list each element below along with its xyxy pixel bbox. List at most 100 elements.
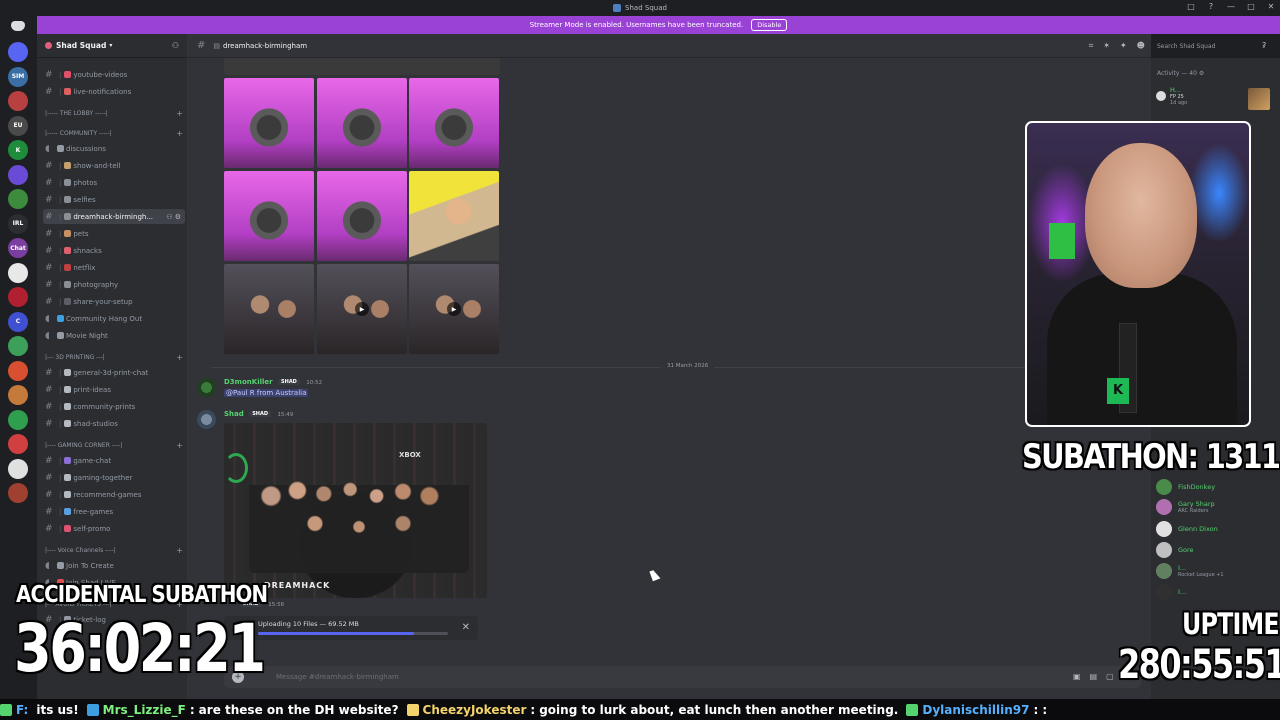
create-channel-icon[interactable]: + bbox=[176, 441, 183, 450]
server-icon[interactable]: K bbox=[8, 140, 28, 160]
discord-home-icon[interactable] bbox=[11, 21, 25, 31]
message-author[interactable]: D3monKiller bbox=[224, 378, 273, 386]
gallery-image[interactable] bbox=[224, 264, 314, 354]
create-channel-icon[interactable]: + bbox=[176, 109, 183, 118]
avatar[interactable] bbox=[197, 410, 216, 429]
gif-icon[interactable]: ▤ bbox=[1090, 672, 1098, 681]
channel-item[interactable]: # | photos bbox=[43, 175, 185, 190]
server-icon[interactable] bbox=[8, 434, 28, 454]
server-icon[interactable] bbox=[8, 42, 28, 62]
server-icon[interactable] bbox=[8, 287, 28, 307]
server-icon[interactable] bbox=[8, 189, 28, 209]
server-icon[interactable]: C bbox=[8, 311, 28, 332]
member-item[interactable]: Glenn Dixon bbox=[1156, 521, 1218, 537]
member-item[interactable]: FishDonkey bbox=[1156, 479, 1215, 495]
member-item[interactable]: Gary Sharp ARC Raiders bbox=[1156, 499, 1215, 515]
message-author[interactable]: Shad bbox=[224, 410, 244, 418]
gallery-image[interactable] bbox=[317, 171, 407, 261]
channel-item[interactable]: # | dreamhack-birmingh... ⚇ ⚙ bbox=[43, 209, 185, 224]
channel-category[interactable]: |----- THE LOBBY -----| + bbox=[45, 107, 185, 119]
help-icon[interactable]: ? bbox=[1206, 2, 1216, 11]
gallery-image-top[interactable] bbox=[224, 58, 500, 75]
server-icon[interactable] bbox=[8, 360, 28, 381]
pin-icon[interactable]: ✦ bbox=[1120, 41, 1127, 51]
maximize-button[interactable]: □ bbox=[1246, 2, 1256, 11]
server-icon[interactable] bbox=[8, 262, 28, 283]
user-mention[interactable]: @Paul R from Australia bbox=[224, 389, 309, 397]
help-circle-icon[interactable]: ? bbox=[1262, 41, 1266, 50]
channel-item[interactable]: # | game-chat bbox=[43, 453, 185, 468]
channel-item[interactable]: # | live-notifications bbox=[43, 84, 185, 99]
group-photo-attachment[interactable]: XBOX DREAMHACK bbox=[224, 423, 487, 598]
channel-item[interactable]: # | free-games bbox=[43, 504, 185, 519]
channel-item[interactable]: ◖ Join To Create bbox=[43, 558, 185, 573]
gear-icon[interactable]: ⚙ bbox=[1199, 70, 1204, 77]
server-icon[interactable] bbox=[8, 458, 28, 479]
members-icon[interactable]: ☻ bbox=[1137, 41, 1145, 51]
channel-item[interactable]: # | youtube-videos bbox=[43, 67, 185, 82]
create-channel-icon[interactable]: + bbox=[176, 353, 183, 362]
disable-streamer-mode-button[interactable]: Disable bbox=[751, 19, 788, 31]
gallery-video[interactable]: ▶ bbox=[409, 264, 499, 354]
cancel-upload-button[interactable]: ✕ bbox=[462, 622, 470, 633]
close-window-button[interactable]: ✕ bbox=[1266, 2, 1276, 11]
create-channel-icon[interactable]: + bbox=[176, 546, 183, 555]
server-icon[interactable]: SIM bbox=[8, 66, 28, 87]
channel-item[interactable]: ◖ Movie Night bbox=[43, 328, 185, 343]
channel-item[interactable]: # | netflix bbox=[43, 260, 185, 275]
minimize-button[interactable]: — bbox=[1226, 2, 1236, 11]
channel-category[interactable]: |---- GAMING CORNER ----| + bbox=[45, 439, 185, 451]
create-channel-icon[interactable]: + bbox=[176, 129, 183, 138]
server-icon[interactable] bbox=[8, 336, 28, 356]
channel-item[interactable]: ◖ discussions bbox=[43, 141, 185, 156]
server-icon[interactable] bbox=[8, 483, 28, 503]
gallery-video[interactable]: ▶ bbox=[317, 264, 407, 354]
search-input[interactable]: Search Shad Squad ⌕ bbox=[1153, 40, 1270, 54]
channel-item[interactable]: # | recommend-games bbox=[43, 487, 185, 502]
notifications-icon[interactable]: ✶ bbox=[1103, 41, 1110, 51]
member-item[interactable]: H... FP 25 1d ago bbox=[1156, 86, 1187, 106]
play-icon[interactable]: ▶ bbox=[447, 302, 461, 316]
server-icon[interactable]: EU bbox=[8, 115, 28, 136]
threads-icon[interactable]: ⌗ bbox=[1089, 41, 1094, 51]
channel-item[interactable]: # | photography bbox=[43, 277, 185, 292]
channel-item[interactable]: # | pets bbox=[43, 226, 185, 241]
server-icon[interactable] bbox=[8, 164, 28, 185]
inbox-icon[interactable]: □ bbox=[1186, 2, 1196, 11]
invite-icon[interactable]: ⚇ bbox=[172, 41, 179, 50]
server-icon[interactable] bbox=[8, 91, 28, 111]
play-icon[interactable]: ▶ bbox=[355, 302, 369, 316]
channel-item[interactable]: # | general-3d-print-chat bbox=[43, 365, 185, 380]
gallery-image[interactable] bbox=[224, 171, 314, 261]
member-item[interactable]: I... bbox=[1156, 584, 1186, 600]
channel-item[interactable]: # | share-your-setup bbox=[43, 294, 185, 309]
gallery-image[interactable] bbox=[317, 78, 407, 168]
server-header[interactable]: Shad Squad ▾ ⚇ bbox=[37, 34, 187, 58]
channel-item[interactable]: # | shad-studios bbox=[43, 416, 185, 431]
server-icon[interactable]: IRL bbox=[8, 213, 28, 234]
channel-item[interactable]: # | print-ideas bbox=[43, 382, 185, 397]
member-item[interactable]: Gore bbox=[1156, 542, 1194, 558]
sticker-icon[interactable]: ▢ bbox=[1106, 672, 1114, 681]
channel-category[interactable]: |--- 3D PRINTING ---| + bbox=[45, 351, 185, 363]
avatar[interactable] bbox=[197, 378, 216, 397]
gallery-image[interactable] bbox=[224, 78, 314, 168]
gallery-image[interactable] bbox=[409, 78, 499, 168]
message-composer[interactable]: + Message #dreamhack-birmingham ▣ ▤ ▢ ☺ bbox=[224, 666, 1141, 688]
gallery-image[interactable] bbox=[409, 171, 499, 261]
server-icon[interactable] bbox=[8, 385, 28, 405]
channel-settings-icon[interactable]: ⚇ ⚙ bbox=[166, 213, 181, 221]
gift-icon[interactable]: ▣ bbox=[1073, 672, 1081, 681]
channel-item[interactable]: # | self-promo bbox=[43, 521, 185, 536]
channel-category[interactable]: |----- COMMUNITY -----| + bbox=[45, 127, 185, 139]
channel-item[interactable]: # | gaming-together bbox=[43, 470, 185, 485]
channel-item[interactable]: ◖ Community Hang Out bbox=[43, 311, 185, 326]
channel-category[interactable]: |---- Voice Channels ----| + bbox=[45, 544, 185, 556]
channel-item[interactable]: # | community-prints bbox=[43, 399, 185, 414]
channel-item[interactable]: # | shnacks bbox=[43, 243, 185, 258]
server-icon[interactable] bbox=[8, 409, 28, 430]
channel-item[interactable]: # | show-and-tell bbox=[43, 158, 185, 173]
member-item[interactable]: I... Rocket League +1 bbox=[1156, 563, 1224, 579]
channel-item[interactable]: # | selfies bbox=[43, 192, 185, 207]
server-icon[interactable]: Chat bbox=[8, 238, 28, 258]
